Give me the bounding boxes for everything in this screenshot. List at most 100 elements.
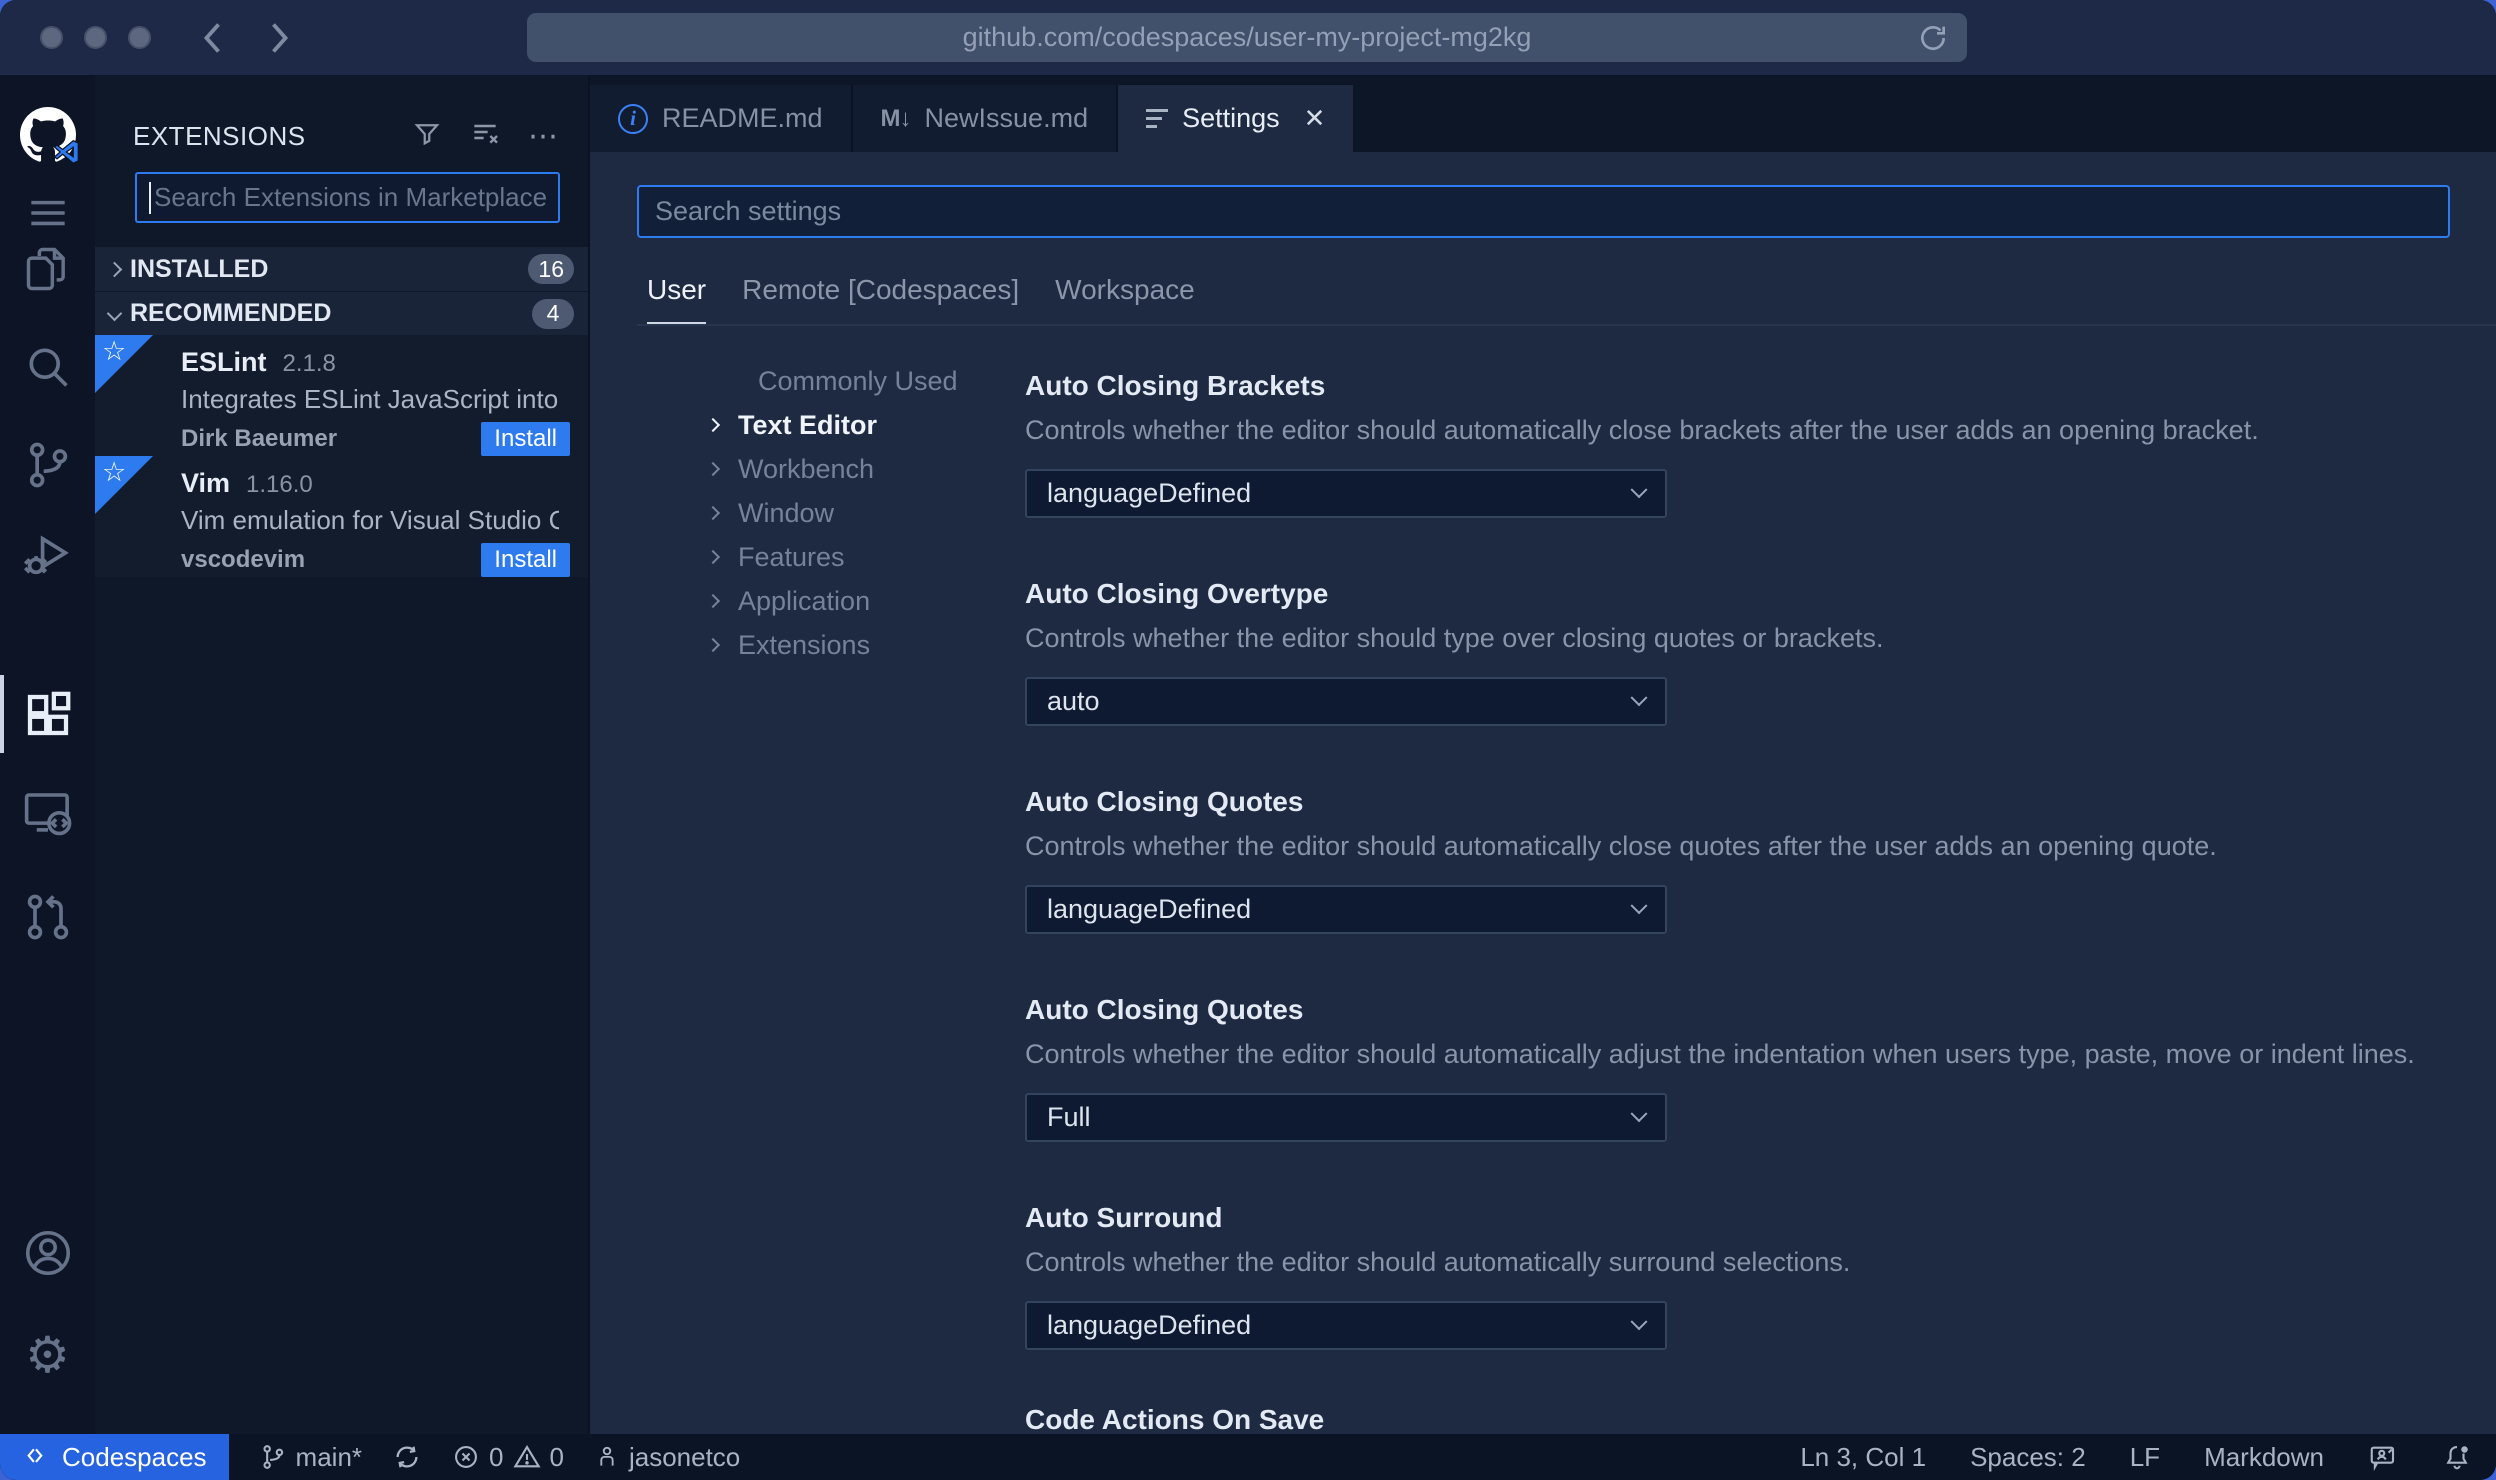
scope-user[interactable]: User: [647, 274, 707, 325]
extension-author: vscodevim: [181, 546, 306, 573]
indentation[interactable]: Spaces: 2: [1970, 1442, 2086, 1473]
settings-gear-icon[interactable]: ⚙: [0, 1327, 95, 1383]
extension-name: Vim: [181, 468, 231, 498]
extension-version: 2.1.8: [282, 350, 336, 377]
extension-description: Vim emulation for Visual Studio Code...: [181, 505, 559, 535]
chevron-right-icon: [106, 261, 123, 277]
setting-title: Auto Closing Overtype: [1025, 578, 1329, 609]
scope-workspace[interactable]: Workspace: [1055, 274, 1195, 325]
user-indicator[interactable]: jasonetco: [594, 1442, 740, 1473]
tab-readme[interactable]: i README.md: [590, 85, 853, 152]
settings-editor-icon: [1146, 109, 1169, 128]
search-icon[interactable]: [0, 339, 95, 395]
setting-description: Controls whether the editor should type …: [1025, 623, 1884, 653]
settings-toc: Commonly Used Text Editor Workbench Wind…: [590, 359, 1010, 667]
info-icon: i: [618, 103, 648, 134]
setting-title: Code Actions On Save: [1025, 1404, 1325, 1434]
window-controls: [40, 26, 151, 49]
toc-commonly-used[interactable]: Commonly Used: [590, 359, 1010, 403]
setting-dropdown[interactable]: Full: [1025, 1093, 1667, 1142]
setting-dropdown[interactable]: languageDefined: [1025, 469, 1667, 518]
notifications-bell-icon[interactable]: [2442, 1442, 2472, 1472]
setting-description: Controls whether the editor should autom…: [1025, 415, 2259, 445]
forward-icon[interactable]: [263, 20, 293, 56]
error-count: 0: [489, 1441, 504, 1472]
section-recommended[interactable]: RECOMMENDED 4: [95, 291, 588, 335]
setting-dropdown[interactable]: auto: [1025, 677, 1667, 726]
star-icon: ☆: [102, 336, 127, 367]
explorer-icon[interactable]: [0, 241, 95, 297]
github-codespaces-logo-icon: [0, 103, 95, 167]
toc-window[interactable]: Window: [590, 491, 1010, 535]
extension-list-item[interactable]: ☆ Vim 1.16.0 Vim emulation for Visual St…: [95, 456, 588, 577]
warning-count: 0: [549, 1441, 564, 1472]
sync-button[interactable]: [392, 1442, 422, 1472]
chevron-down-icon: [1630, 480, 1648, 498]
tab-settings[interactable]: Settings ✕: [1118, 85, 1354, 152]
tab-newissue[interactable]: M↓ NewIssue.md: [852, 85, 1119, 152]
text-caret: [149, 181, 151, 214]
close-tab-icon[interactable]: ✕: [1304, 103, 1326, 134]
toc-features[interactable]: Features: [590, 535, 1010, 579]
pull-requests-icon[interactable]: [0, 889, 95, 945]
setting-dropdown[interactable]: languageDefined: [1025, 885, 1667, 934]
setting-title: Auto Surround: [1025, 1202, 1223, 1233]
problems-indicator[interactable]: 0 0: [452, 1442, 564, 1473]
settings-search-input[interactable]: Search settings: [637, 185, 2450, 238]
extensions-search-input[interactable]: Search Extensions in Marketplace: [135, 172, 560, 223]
extensions-icon[interactable]: [0, 687, 95, 743]
settings-scope-tabs: User Remote [Codespaces] Workspace: [647, 274, 1195, 325]
install-button[interactable]: Install: [481, 543, 570, 577]
close-window-button[interactable]: [40, 26, 63, 49]
chevron-right-icon: [705, 417, 721, 433]
run-and-debug-icon[interactable]: [0, 527, 95, 583]
filter-icon[interactable]: [412, 119, 442, 154]
feedback-icon[interactable]: [2368, 1442, 2398, 1472]
setting-title: Auto Closing Quotes: [1025, 994, 1304, 1025]
source-control-icon[interactable]: [0, 437, 95, 493]
section-installed[interactable]: INSTALLED 16: [95, 247, 588, 291]
toc-application[interactable]: Application: [590, 579, 1010, 623]
zoom-window-button[interactable]: [128, 26, 151, 49]
setting-code-actions-on-save: Code Actions On Save: [1025, 1404, 2496, 1434]
cursor-position[interactable]: Ln 3, Col 1: [1800, 1442, 1926, 1473]
branch-indicator[interactable]: main*: [259, 1442, 362, 1473]
chevron-down-icon: [1630, 1312, 1648, 1330]
menu-icon[interactable]: [0, 185, 95, 241]
tab-bar: i README.md M↓ NewIssue.md Settings ✕: [590, 75, 2496, 152]
setting-auto-closing-quotes: Auto Closing Quotes Controls whether the…: [1025, 786, 2496, 934]
reload-icon[interactable]: [1917, 22, 1949, 59]
back-icon[interactable]: [199, 20, 229, 56]
setting-description: Controls whether the editor should autom…: [1025, 1039, 2415, 1069]
address-bar[interactable]: github.com/codespaces/user-my-project-mg…: [527, 13, 1967, 62]
chevron-right-icon: [705, 637, 721, 653]
remote-explorer-icon[interactable]: [0, 785, 95, 841]
language-mode[interactable]: Markdown: [2204, 1442, 2324, 1473]
extension-list-item[interactable]: ☆ ESLint 2.1.8 Integrates ESLint JavaScr…: [95, 335, 588, 456]
url-text: github.com/codespaces/user-my-project-mg…: [962, 22, 1532, 52]
activity-bar: ⚙: [0, 75, 95, 1434]
clear-extension-search-icon[interactable]: [469, 118, 501, 155]
extension-version: 1.16.0: [246, 471, 313, 498]
setting-title: Auto Closing Brackets: [1025, 370, 1326, 401]
more-actions-icon[interactable]: ⋯: [528, 119, 560, 154]
minimize-window-button[interactable]: [84, 26, 107, 49]
star-icon: ☆: [102, 457, 127, 488]
toc-text-editor[interactable]: Text Editor: [590, 403, 1010, 447]
markdown-icon: M↓: [880, 104, 912, 132]
divider: [637, 324, 2496, 326]
scope-remote[interactable]: Remote [Codespaces]: [742, 274, 1019, 325]
codespaces-remote-button[interactable]: Codespaces: [0, 1434, 229, 1480]
eol-sequence[interactable]: LF: [2130, 1442, 2160, 1473]
toc-extensions[interactable]: Extensions: [590, 623, 1010, 667]
toc-workbench[interactable]: Workbench: [590, 447, 1010, 491]
status-bar: Codespaces main* 0 0 jasonetco Ln 3, Col…: [0, 1434, 2496, 1480]
setting-title: Auto Closing Quotes: [1025, 786, 1304, 817]
browser-window: github.com/codespaces/user-my-project-mg…: [0, 0, 2496, 1480]
account-icon[interactable]: [0, 1225, 95, 1281]
setting-dropdown[interactable]: languageDefined: [1025, 1301, 1667, 1350]
browser-titlebar: github.com/codespaces/user-my-project-mg…: [0, 0, 2496, 75]
chevron-down-icon: [1630, 688, 1648, 706]
recommended-count-badge: 4: [532, 298, 574, 329]
install-button[interactable]: Install: [481, 422, 570, 456]
